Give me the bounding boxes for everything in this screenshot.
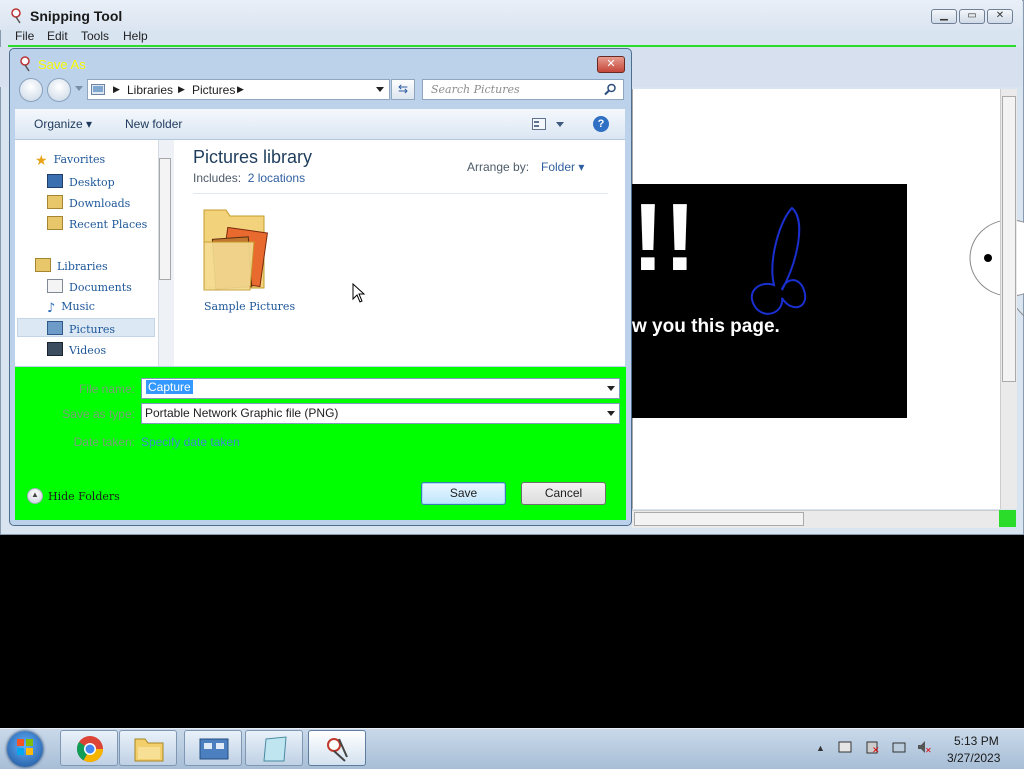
- menu-edit[interactable]: Edit: [47, 29, 68, 43]
- svg-text:✕: ✕: [925, 746, 931, 754]
- refresh-button[interactable]: ⇆: [391, 79, 415, 100]
- minimize-button[interactable]: ▁: [931, 9, 957, 24]
- change-view-icon[interactable]: [532, 118, 546, 130]
- save-type-label: Save as type:: [62, 407, 135, 421]
- dialog-app-icon: [20, 56, 30, 72]
- clock-date[interactable]: 3/27/2023: [947, 751, 1000, 765]
- maximize-button[interactable]: ▭: [959, 9, 985, 24]
- pictures-icon: [47, 321, 63, 335]
- star-icon: ★: [35, 153, 48, 169]
- close-button[interactable]: ✕: [987, 9, 1013, 24]
- windows-logo-icon: [16, 738, 34, 756]
- search-placeholder: Search Pictures: [431, 83, 520, 96]
- library-title: Pictures library: [193, 147, 313, 167]
- cancel-button[interactable]: Cancel: [521, 482, 606, 505]
- breadcrumb-separator-icon[interactable]: ▶: [113, 84, 120, 95]
- canvas-vertical-scroll-thumb[interactable]: [1002, 96, 1016, 382]
- library-includes: Includes: 2 locations: [193, 171, 306, 185]
- forward-button[interactable]: [47, 78, 71, 102]
- save-type-value[interactable]: Portable Network Graphic file (PNG): [145, 406, 338, 420]
- taskbar-control-panel-button[interactable]: [184, 730, 242, 766]
- recent-places-icon: [47, 216, 63, 230]
- arrange-by-dropdown[interactable]: Folder ▾: [541, 160, 584, 174]
- snipping-tool-app-icon: [11, 8, 21, 24]
- chevron-up-icon: ▲: [31, 490, 39, 499]
- volume-muted-icon[interactable]: ✕: [917, 740, 931, 754]
- snipping-tool-titlebar[interactable]: [0, 0, 1022, 30]
- captured-exclamation-text: !!: [632, 184, 696, 291]
- snipping-tool-title: Snipping Tool: [30, 8, 123, 24]
- nav-pane-scroll-thumb[interactable]: [159, 158, 171, 280]
- show-hidden-icons-icon[interactable]: ▲: [816, 743, 825, 753]
- svg-text:✕: ✕: [872, 745, 880, 754]
- menu-tools[interactable]: Tools: [81, 29, 109, 43]
- pen-drawing: [750, 206, 807, 315]
- control-panel-icon: [199, 738, 229, 760]
- recent-pages-dropdown-icon[interactable]: [75, 86, 83, 91]
- help-icon[interactable]: ?: [593, 116, 609, 132]
- downloads-icon: [47, 195, 63, 209]
- breadcrumb-separator-icon[interactable]: ▶: [237, 84, 244, 95]
- back-button[interactable]: [19, 78, 43, 102]
- dialog-title: Save As: [38, 57, 86, 72]
- view-options-dropdown-icon[interactable]: [556, 122, 564, 127]
- filename-label: File name:: [78, 382, 135, 396]
- action-center-icon[interactable]: [838, 740, 852, 754]
- notepad-icon: [263, 736, 287, 762]
- nav-favorites[interactable]: ★ Favorites: [35, 153, 105, 169]
- folder-label[interactable]: Sample Pictures: [204, 300, 295, 313]
- nav-item-recent-places[interactable]: Recent Places: [47, 216, 147, 231]
- taskbar-notepad-button[interactable]: [245, 730, 303, 766]
- music-icon: ♪: [47, 301, 56, 316]
- menu-file[interactable]: File: [15, 29, 34, 43]
- filename-dropdown-icon[interactable]: [607, 386, 615, 391]
- documents-icon: [47, 279, 63, 293]
- breadcrumb-libraries[interactable]: Libraries: [127, 83, 173, 97]
- date-taken-label: Date taken:: [73, 435, 135, 449]
- new-folder-button[interactable]: New folder: [125, 117, 182, 131]
- power-warning-icon[interactable]: ✕: [866, 740, 880, 754]
- organize-button[interactable]: Organize ▾: [34, 117, 92, 131]
- nav-item-desktop[interactable]: Desktop: [47, 174, 115, 189]
- library-locations-link[interactable]: 2 locations: [248, 171, 305, 185]
- mouse-cursor-icon: [352, 283, 366, 303]
- nav-item-downloads[interactable]: Downloads: [47, 195, 130, 210]
- breadcrumb-separator-icon[interactable]: ▶: [178, 84, 185, 95]
- dialog-close-button[interactable]: ✕: [597, 56, 625, 73]
- canvas-horizontal-scroll-thumb[interactable]: [634, 512, 804, 526]
- address-dropdown-icon[interactable]: [376, 87, 384, 92]
- save-button[interactable]: Save: [421, 482, 506, 505]
- save-type-dropdown-icon[interactable]: [607, 411, 615, 416]
- nav-item-documents[interactable]: Documents: [47, 279, 132, 294]
- nav-item-pictures[interactable]: Pictures: [47, 321, 115, 336]
- libraries-icon: [35, 258, 51, 272]
- library-header-divider: [193, 193, 608, 194]
- explorer-icon: [134, 738, 164, 762]
- filename-value[interactable]: Capture: [146, 380, 193, 394]
- filename-input[interactable]: [141, 378, 620, 399]
- nav-item-videos[interactable]: Videos: [47, 342, 106, 357]
- videos-icon: [47, 342, 63, 356]
- chrome-icon: [76, 736, 104, 763]
- search-icon[interactable]: [604, 83, 617, 96]
- library-icon: [91, 84, 105, 95]
- network-icon[interactable]: [892, 740, 906, 754]
- snipping-tool-icon: [327, 738, 348, 762]
- desktop-icon: [47, 174, 63, 188]
- hide-folders-button[interactable]: Hide Folders: [48, 490, 120, 503]
- taskbar-snipping-tool-button[interactable]: [308, 730, 366, 766]
- menu-help[interactable]: Help: [123, 29, 148, 43]
- taskbar-explorer-button[interactable]: [119, 730, 177, 766]
- nav-item-music[interactable]: ♪ Music: [47, 300, 95, 316]
- folder-pictures-icon[interactable]: [202, 204, 272, 296]
- breadcrumb-pictures[interactable]: Pictures: [192, 83, 235, 97]
- clock-time[interactable]: 5:13 PM: [954, 734, 999, 748]
- specify-date-link[interactable]: Specify date taken: [141, 435, 240, 449]
- scroll-corner: [999, 510, 1016, 527]
- arrange-by-label: Arrange by:: [467, 160, 530, 174]
- taskbar-chrome-button[interactable]: [60, 730, 118, 766]
- nav-libraries[interactable]: Libraries: [35, 258, 108, 273]
